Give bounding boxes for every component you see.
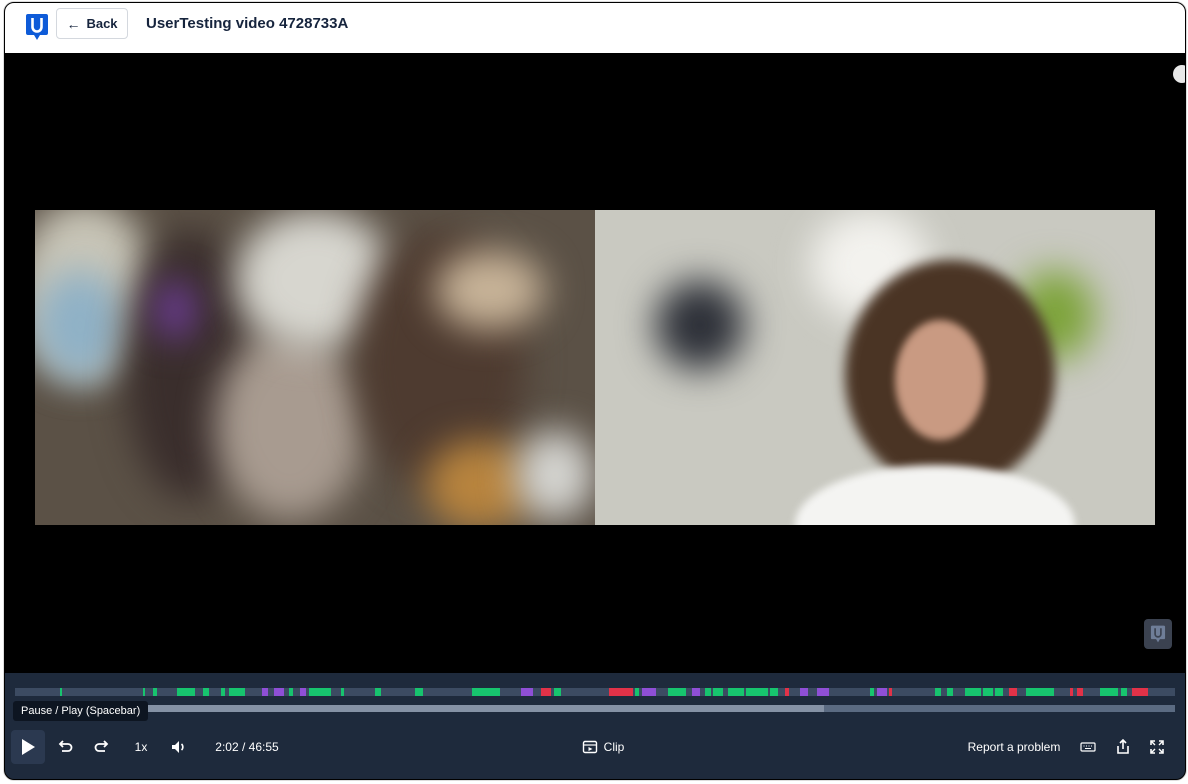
app-window: ← Back UserTesting video 4728733A Pause …	[4, 2, 1186, 780]
control-row: 1x 2:02 / 46:55 Clip Report a problem	[5, 730, 1185, 764]
watermark-logo-icon	[1144, 619, 1172, 649]
video-area[interactable]	[5, 53, 1185, 673]
fullscreen-icon[interactable]	[1147, 733, 1167, 761]
participant-video-left	[35, 210, 595, 525]
clip-label: Clip	[603, 740, 625, 754]
back-arrow-icon: ←	[66, 15, 81, 32]
forward-icon[interactable]	[92, 733, 112, 761]
back-label: Back	[86, 16, 118, 31]
participant-video-right	[595, 210, 1155, 525]
player-controls: Pause / Play (Spacebar) 1x 2:02 / 46:55 …	[5, 673, 1185, 779]
progress-bar[interactable]	[15, 705, 1175, 712]
time-display: 2:02 / 46:55	[215, 740, 279, 754]
play-tooltip: Pause / Play (Spacebar)	[13, 701, 149, 721]
keyboard-icon[interactable]	[1078, 733, 1098, 761]
highlight-timeline[interactable]	[15, 688, 1175, 696]
report-problem-link[interactable]: Report a problem	[965, 733, 1063, 761]
volume-icon[interactable]	[169, 733, 189, 761]
back-button[interactable]: ← Back	[56, 8, 128, 39]
speed-button[interactable]: 1x	[133, 733, 149, 761]
corner-handle[interactable]	[1173, 65, 1185, 83]
clip-button[interactable]: Clip	[573, 733, 633, 761]
page-title: UserTesting video 4728733A	[146, 15, 349, 32]
top-bar: ← Back UserTesting video 4728733A	[5, 3, 1185, 53]
rewind-icon[interactable]	[55, 733, 75, 761]
share-icon[interactable]	[1113, 733, 1133, 761]
logo-icon[interactable]	[25, 13, 49, 41]
play-icon[interactable]	[17, 733, 39, 761]
clip-icon	[582, 740, 597, 754]
